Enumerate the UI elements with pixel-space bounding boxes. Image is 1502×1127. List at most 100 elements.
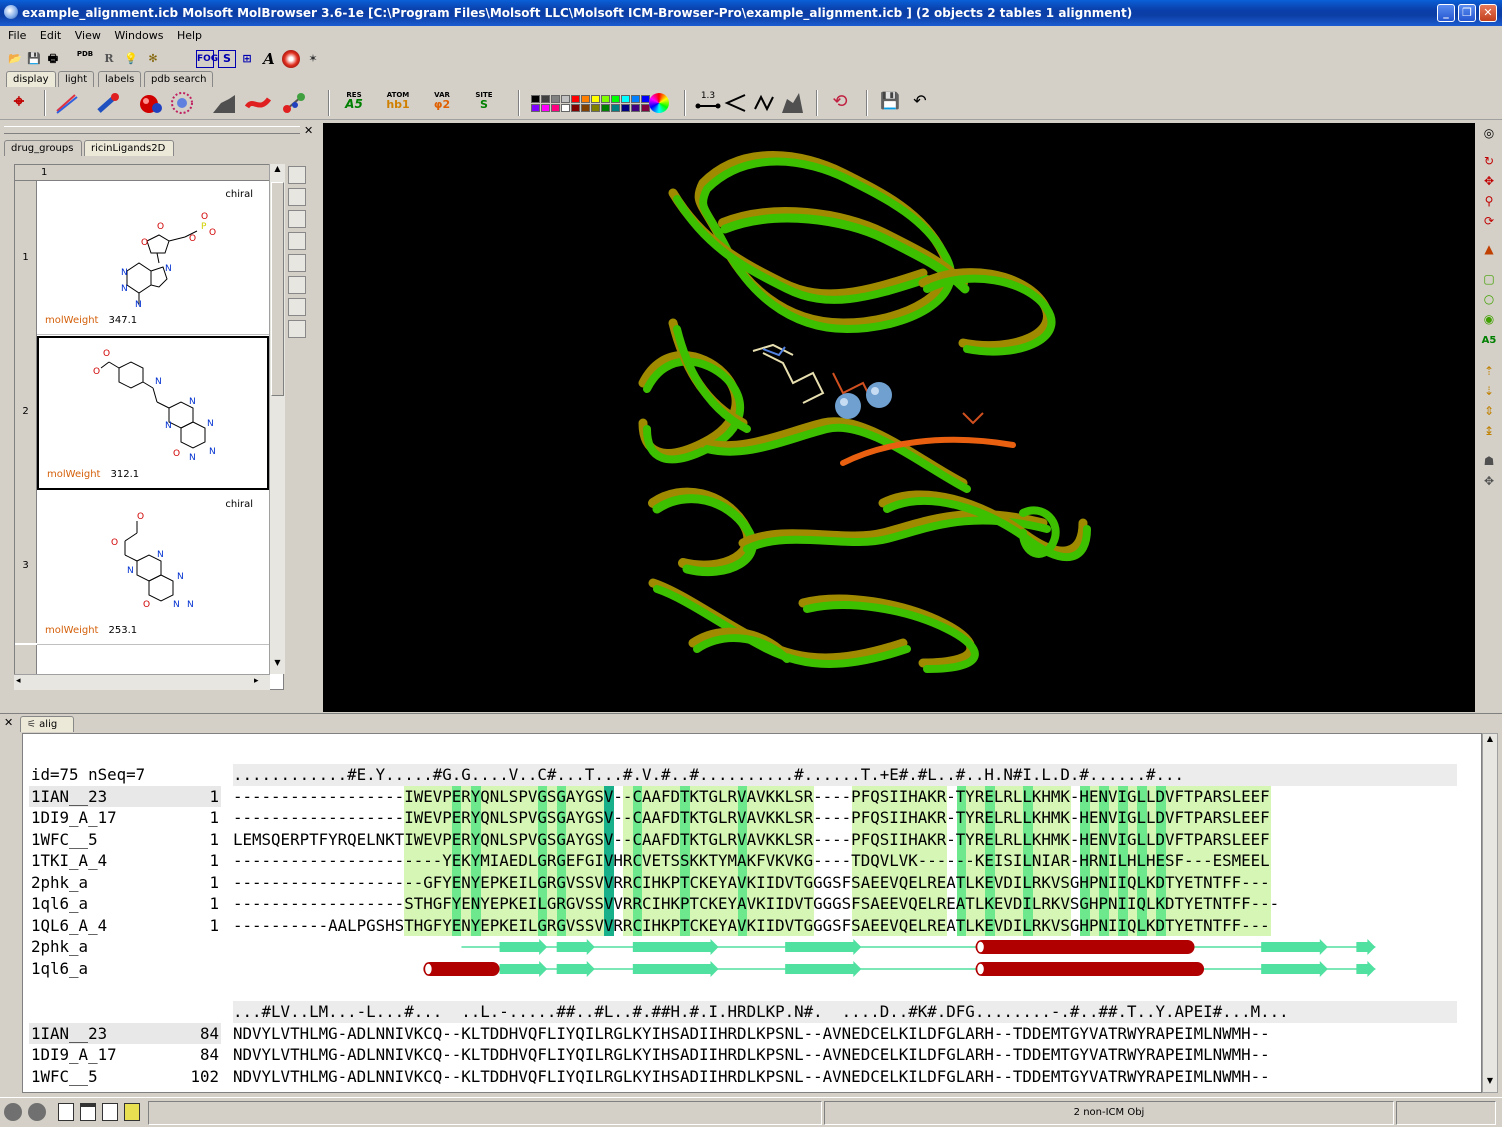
close-alignment-icon[interactable]: ✕ — [4, 716, 13, 729]
torsion-icon[interactable] — [750, 90, 778, 116]
menu-help[interactable]: Help — [177, 29, 202, 42]
font-icon[interactable]: A — [260, 50, 278, 68]
tab-labels[interactable]: labels — [98, 71, 142, 87]
palette-swatch[interactable] — [571, 104, 580, 112]
clear-measure-icon[interactable] — [778, 90, 806, 116]
cursor-icon[interactable]: ⌖ — [6, 90, 32, 116]
center-icon[interactable]: ▲ — [1481, 241, 1497, 257]
render-icon[interactable] — [282, 50, 300, 68]
angle-icon[interactable] — [722, 90, 750, 116]
pdb-icon[interactable]: PDB — [76, 50, 94, 68]
palette-swatch[interactable] — [541, 104, 550, 112]
tab-alig[interactable]: ⚟ alig — [20, 716, 74, 732]
print-icon[interactable]: 🖶 — [44, 50, 62, 68]
table-row[interactable]: chiral OO NN ON NN molWeight 253.1 — [37, 491, 269, 645]
ball-stick-icon[interactable] — [280, 90, 308, 116]
palette-swatch[interactable] — [611, 95, 620, 103]
scroll-up-icon[interactable]: ▲ — [270, 164, 285, 180]
menu-edit[interactable]: Edit — [40, 29, 61, 42]
molecule-icon[interactable]: ✻ — [144, 50, 162, 68]
palette-swatch[interactable] — [561, 104, 570, 112]
undo-icon[interactable]: ↶ — [906, 90, 934, 116]
tab-pdb-search[interactable]: pdb search — [144, 71, 214, 87]
select-box-icon[interactable]: ▢ — [1481, 271, 1497, 287]
tab-light[interactable]: light — [58, 71, 95, 87]
color-wheel-icon[interactable] — [646, 90, 672, 116]
form-view-icon[interactable] — [288, 254, 306, 272]
palette-swatch[interactable] — [621, 95, 630, 103]
terminal-icon[interactable] — [102, 1103, 118, 1121]
minimize-button[interactable]: _ — [1437, 4, 1455, 22]
palette-swatch[interactable] — [621, 104, 630, 112]
row-header[interactable]: 2 — [15, 335, 37, 489]
stop-icon[interactable] — [28, 1103, 46, 1121]
record-icon[interactable] — [4, 1103, 22, 1121]
surface-tool-icon[interactable]: ☗ — [1481, 453, 1497, 469]
sequence-row[interactable]: NDVYLVTHLMG-ADLNNIVKCQ--KLTDDHVQFLIYQILR… — [233, 1023, 1270, 1045]
sequence-row[interactable]: NDVYLVTHLMG-ADLNNIVKCQ--KLTDDHVQFLIYQILR… — [233, 1066, 1270, 1088]
table-row-selected[interactable]: OO NN NN NN O molWeight 312.1 — [37, 336, 269, 490]
palette-swatch[interactable] — [531, 104, 540, 112]
select-sphere-icon[interactable]: ◉ — [1481, 311, 1497, 327]
target-icon[interactable]: ◎ — [1481, 125, 1497, 141]
save-view-icon[interactable]: 💾 — [876, 90, 904, 116]
palette-swatch[interactable] — [601, 104, 610, 112]
stick-icon[interactable] — [94, 90, 122, 116]
palette-swatch[interactable] — [591, 104, 600, 112]
menu-file[interactable]: File — [8, 29, 26, 42]
sphere-tool-icon[interactable]: ✥ — [1481, 473, 1497, 489]
sequence-row[interactable]: ------------------STHGFYENYEPKEILGRGVSSV… — [233, 893, 1279, 915]
bulb-icon[interactable]: 💡 — [122, 50, 140, 68]
close-panel-icon[interactable]: ✕ — [304, 124, 313, 137]
table-vertical-scrollbar[interactable]: ▲ ▼ — [269, 164, 285, 674]
tab-ricin-ligands[interactable]: ricinLigands2D — [84, 140, 174, 156]
palette-swatch[interactable] — [531, 95, 540, 103]
scroll-right-icon[interactable]: ▸ — [254, 676, 259, 686]
palette-swatch[interactable] — [551, 104, 560, 112]
row-header[interactable]: 1 — [15, 181, 37, 335]
window-icon[interactable] — [80, 1103, 96, 1121]
molecule-3d-viewer[interactable] — [323, 123, 1475, 712]
res-label-button[interactable]: RES A5 — [340, 90, 368, 116]
scroll-up-icon[interactable]: ▲ — [1483, 734, 1497, 748]
var-label-button[interactable]: VAR φ2 — [428, 90, 456, 116]
alignment-scrollbar[interactable]: ▲ ▼ — [1482, 733, 1498, 1093]
wrench-icon[interactable] — [288, 166, 306, 184]
save-icon[interactable]: 💾 — [25, 50, 43, 68]
link-icon[interactable] — [288, 232, 306, 250]
clip-slab-icon[interactable]: ↨ — [1481, 423, 1497, 439]
cpk-icon[interactable] — [136, 90, 164, 116]
tab-drug-groups[interactable]: drug_groups — [4, 140, 82, 156]
plot-icon[interactable] — [288, 320, 306, 338]
table-window-icon[interactable] — [58, 1103, 74, 1121]
pencil-icon[interactable] — [288, 188, 306, 206]
stereo-icon[interactable]: S — [218, 50, 236, 68]
table-horizontal-scrollbar[interactable]: ◂ ▸ — [14, 674, 270, 690]
menu-view[interactable]: View — [75, 29, 101, 42]
palette-swatch[interactable] — [611, 104, 620, 112]
palette-swatch[interactable] — [591, 95, 600, 103]
layout-icon[interactable] — [124, 1103, 140, 1121]
sequence-row[interactable]: ------------------IWEVPERYQNLSPVGSGAYGSV… — [233, 786, 1270, 808]
zoom-icon[interactable]: ⚲ — [1481, 193, 1497, 209]
clip-back-icon[interactable]: ⇣ — [1481, 383, 1497, 399]
palette-swatch[interactable] — [631, 95, 640, 103]
palette-swatch[interactable] — [631, 104, 640, 112]
select-lasso-icon[interactable]: ○ — [1481, 291, 1497, 307]
scroll-down-icon[interactable]: ▼ — [1483, 1076, 1497, 1090]
sequence-row[interactable]: --------------------GFYENYEPKEILGRGVSSVV… — [233, 872, 1270, 894]
wire-icon[interactable] — [52, 90, 80, 116]
move-icon[interactable]: ✥ — [1481, 173, 1497, 189]
palette-swatch[interactable] — [571, 95, 580, 103]
sequence-row[interactable]: ----------------------YEKYMIAEDLGRGEFGIV… — [233, 850, 1270, 872]
clip-both-icon[interactable]: ⇕ — [1481, 403, 1497, 419]
site-label-button[interactable]: SITE S — [470, 90, 498, 116]
sequence-alignment[interactable]: id=75 nSeq=7 ............#E.Y.....#G.G..… — [22, 733, 1482, 1093]
distance-icon[interactable]: 1.3 — [694, 90, 722, 116]
tab-display[interactable]: display — [6, 71, 56, 87]
sequence-row[interactable]: ------------------IWEVPERYQNLSPVGSGAYGSV… — [233, 807, 1270, 829]
ribbon-icon[interactable] — [244, 90, 272, 116]
surface-icon[interactable] — [210, 90, 238, 116]
rotate-icon[interactable]: ↻ — [1481, 153, 1497, 169]
table-row[interactable]: chiral OO PO OO NN NN molWeight 347.1 — [37, 181, 269, 335]
